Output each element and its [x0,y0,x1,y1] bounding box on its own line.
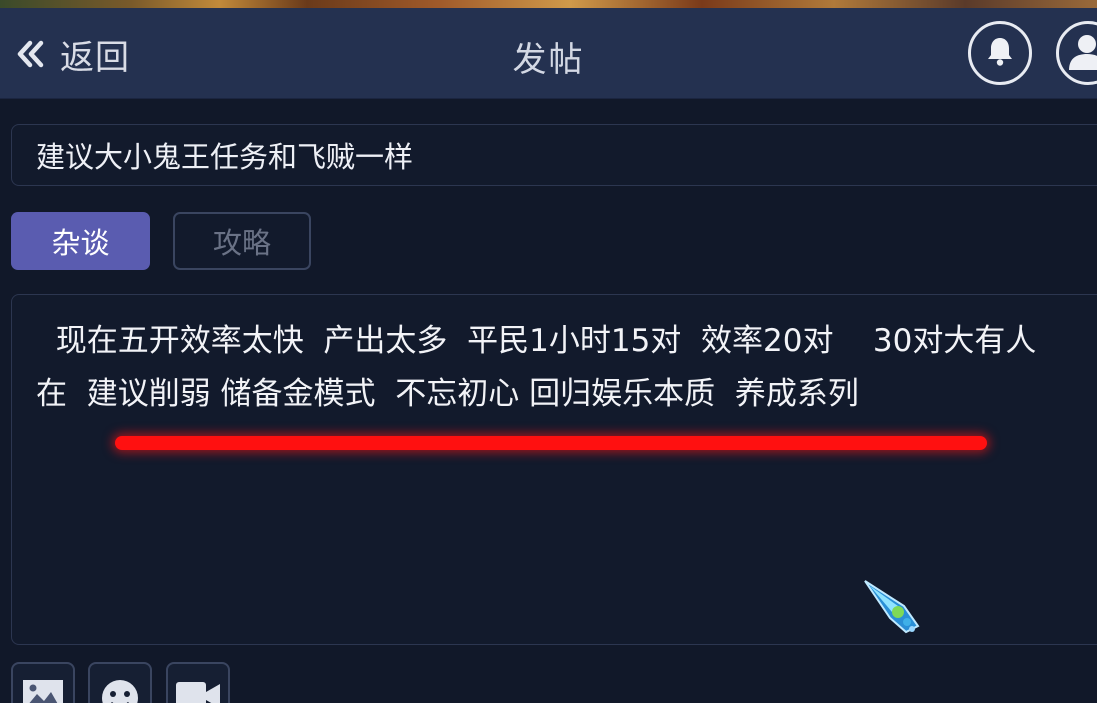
bell-icon [983,34,1017,72]
post-editor-screen: 返回 发帖 建议大小鬼王任务和飞贼一样 杂谈 攻略 现在五开效率太快 产出太多 … [0,0,1097,703]
user-avatar-icon [1059,24,1097,80]
post-body-textarea[interactable]: 现在五开效率太快 产出太多 平民1小时15对 效率20对 30对大有人在 建议削… [11,294,1097,645]
tag-chat[interactable]: 杂谈 [11,212,150,270]
game-background-strip [0,0,1097,8]
insert-video-button[interactable] [166,662,230,703]
tag-guide[interactable]: 攻略 [173,212,311,270]
video-icon [174,676,222,703]
image-icon [21,676,65,703]
page-title: 发帖 [512,40,585,80]
notification-button[interactable] [968,21,1032,85]
post-title-input[interactable]: 建议大小鬼王任务和飞贼一样 [11,124,1097,186]
top-bar: 返回 发帖 [0,8,1097,99]
red-annotation-underline [115,436,987,450]
insert-emoji-button[interactable] [88,662,152,703]
mouse-cursor-icon [862,578,924,638]
insert-image-button[interactable] [11,662,75,703]
emoji-icon [98,676,142,703]
